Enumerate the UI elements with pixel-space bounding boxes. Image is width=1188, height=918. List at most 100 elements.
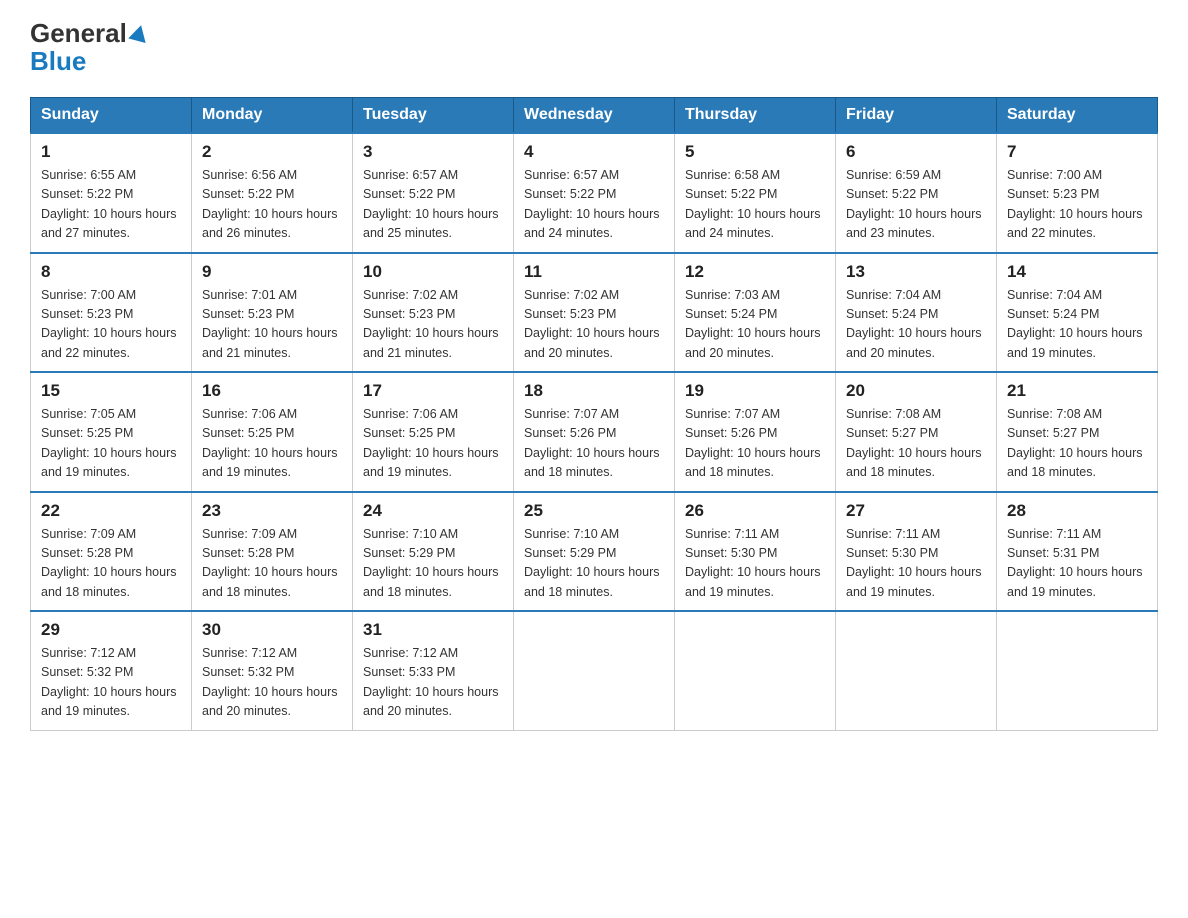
calendar-week-4: 22 Sunrise: 7:09 AMSunset: 5:28 PMDaylig… <box>31 492 1158 612</box>
calendar-cell: 4 Sunrise: 6:57 AMSunset: 5:22 PMDayligh… <box>514 133 675 253</box>
day-info: Sunrise: 7:08 AMSunset: 5:27 PMDaylight:… <box>1007 405 1147 483</box>
day-info: Sunrise: 6:58 AMSunset: 5:22 PMDaylight:… <box>685 166 825 244</box>
day-number: 12 <box>685 262 825 282</box>
day-info: Sunrise: 7:12 AMSunset: 5:32 PMDaylight:… <box>202 644 342 722</box>
day-info: Sunrise: 7:11 AMSunset: 5:30 PMDaylight:… <box>846 525 986 603</box>
col-header-tuesday: Tuesday <box>353 98 514 134</box>
calendar-cell: 30 Sunrise: 7:12 AMSunset: 5:32 PMDaylig… <box>192 611 353 730</box>
calendar-cell: 8 Sunrise: 7:00 AMSunset: 5:23 PMDayligh… <box>31 253 192 373</box>
logo: General Blue <box>30 20 148 77</box>
day-number: 14 <box>1007 262 1147 282</box>
calendar-week-2: 8 Sunrise: 7:00 AMSunset: 5:23 PMDayligh… <box>31 253 1158 373</box>
calendar-cell: 12 Sunrise: 7:03 AMSunset: 5:24 PMDaylig… <box>675 253 836 373</box>
day-number: 5 <box>685 142 825 162</box>
calendar-cell <box>514 611 675 730</box>
logo-blue-part: Blue <box>30 46 86 76</box>
day-info: Sunrise: 7:10 AMSunset: 5:29 PMDaylight:… <box>524 525 664 603</box>
calendar-cell: 26 Sunrise: 7:11 AMSunset: 5:30 PMDaylig… <box>675 492 836 612</box>
day-number: 15 <box>41 381 181 401</box>
logo-triangle-icon <box>128 23 150 43</box>
day-number: 18 <box>524 381 664 401</box>
day-number: 19 <box>685 381 825 401</box>
day-info: Sunrise: 6:57 AMSunset: 5:22 PMDaylight:… <box>524 166 664 244</box>
day-info: Sunrise: 7:04 AMSunset: 5:24 PMDaylight:… <box>1007 286 1147 364</box>
day-number: 26 <box>685 501 825 521</box>
day-number: 13 <box>846 262 986 282</box>
col-header-friday: Friday <box>836 98 997 134</box>
calendar-cell <box>836 611 997 730</box>
calendar-cell: 23 Sunrise: 7:09 AMSunset: 5:28 PMDaylig… <box>192 492 353 612</box>
day-info: Sunrise: 7:03 AMSunset: 5:24 PMDaylight:… <box>685 286 825 364</box>
calendar-cell: 25 Sunrise: 7:10 AMSunset: 5:29 PMDaylig… <box>514 492 675 612</box>
calendar-cell: 6 Sunrise: 6:59 AMSunset: 5:22 PMDayligh… <box>836 133 997 253</box>
day-info: Sunrise: 7:11 AMSunset: 5:30 PMDaylight:… <box>685 525 825 603</box>
day-info: Sunrise: 7:00 AMSunset: 5:23 PMDaylight:… <box>1007 166 1147 244</box>
calendar-cell: 21 Sunrise: 7:08 AMSunset: 5:27 PMDaylig… <box>997 372 1158 492</box>
calendar-cell: 29 Sunrise: 7:12 AMSunset: 5:32 PMDaylig… <box>31 611 192 730</box>
calendar-cell: 13 Sunrise: 7:04 AMSunset: 5:24 PMDaylig… <box>836 253 997 373</box>
calendar-week-1: 1 Sunrise: 6:55 AMSunset: 5:22 PMDayligh… <box>31 133 1158 253</box>
day-number: 21 <box>1007 381 1147 401</box>
day-number: 20 <box>846 381 986 401</box>
day-number: 29 <box>41 620 181 640</box>
calendar-cell: 10 Sunrise: 7:02 AMSunset: 5:23 PMDaylig… <box>353 253 514 373</box>
col-header-wednesday: Wednesday <box>514 98 675 134</box>
day-info: Sunrise: 6:55 AMSunset: 5:22 PMDaylight:… <box>41 166 181 244</box>
calendar-cell: 28 Sunrise: 7:11 AMSunset: 5:31 PMDaylig… <box>997 492 1158 612</box>
day-info: Sunrise: 7:07 AMSunset: 5:26 PMDaylight:… <box>524 405 664 483</box>
day-number: 6 <box>846 142 986 162</box>
day-number: 9 <box>202 262 342 282</box>
logo-general-part: General <box>30 20 127 46</box>
calendar-cell: 2 Sunrise: 6:56 AMSunset: 5:22 PMDayligh… <box>192 133 353 253</box>
calendar-table: SundayMondayTuesdayWednesdayThursdayFrid… <box>30 97 1158 731</box>
calendar-cell: 19 Sunrise: 7:07 AMSunset: 5:26 PMDaylig… <box>675 372 836 492</box>
day-number: 31 <box>363 620 503 640</box>
day-number: 8 <box>41 262 181 282</box>
calendar-cell: 5 Sunrise: 6:58 AMSunset: 5:22 PMDayligh… <box>675 133 836 253</box>
day-info: Sunrise: 7:12 AMSunset: 5:32 PMDaylight:… <box>41 644 181 722</box>
day-info: Sunrise: 6:57 AMSunset: 5:22 PMDaylight:… <box>363 166 503 244</box>
day-info: Sunrise: 7:04 AMSunset: 5:24 PMDaylight:… <box>846 286 986 364</box>
day-info: Sunrise: 7:01 AMSunset: 5:23 PMDaylight:… <box>202 286 342 364</box>
day-number: 23 <box>202 501 342 521</box>
day-number: 17 <box>363 381 503 401</box>
col-header-sunday: Sunday <box>31 98 192 134</box>
day-number: 7 <box>1007 142 1147 162</box>
calendar-cell: 31 Sunrise: 7:12 AMSunset: 5:33 PMDaylig… <box>353 611 514 730</box>
day-info: Sunrise: 7:02 AMSunset: 5:23 PMDaylight:… <box>363 286 503 364</box>
day-info: Sunrise: 7:02 AMSunset: 5:23 PMDaylight:… <box>524 286 664 364</box>
calendar-cell: 11 Sunrise: 7:02 AMSunset: 5:23 PMDaylig… <box>514 253 675 373</box>
calendar-cell: 20 Sunrise: 7:08 AMSunset: 5:27 PMDaylig… <box>836 372 997 492</box>
calendar-cell: 14 Sunrise: 7:04 AMSunset: 5:24 PMDaylig… <box>997 253 1158 373</box>
day-info: Sunrise: 6:59 AMSunset: 5:22 PMDaylight:… <box>846 166 986 244</box>
day-info: Sunrise: 7:10 AMSunset: 5:29 PMDaylight:… <box>363 525 503 603</box>
day-info: Sunrise: 6:56 AMSunset: 5:22 PMDaylight:… <box>202 166 342 244</box>
day-number: 27 <box>846 501 986 521</box>
calendar-cell: 17 Sunrise: 7:06 AMSunset: 5:25 PMDaylig… <box>353 372 514 492</box>
calendar-week-3: 15 Sunrise: 7:05 AMSunset: 5:25 PMDaylig… <box>31 372 1158 492</box>
day-info: Sunrise: 7:12 AMSunset: 5:33 PMDaylight:… <box>363 644 503 722</box>
day-info: Sunrise: 7:06 AMSunset: 5:25 PMDaylight:… <box>202 405 342 483</box>
calendar-cell: 3 Sunrise: 6:57 AMSunset: 5:22 PMDayligh… <box>353 133 514 253</box>
day-number: 2 <box>202 142 342 162</box>
calendar-cell: 16 Sunrise: 7:06 AMSunset: 5:25 PMDaylig… <box>192 372 353 492</box>
day-info: Sunrise: 7:08 AMSunset: 5:27 PMDaylight:… <box>846 405 986 483</box>
calendar-cell: 27 Sunrise: 7:11 AMSunset: 5:30 PMDaylig… <box>836 492 997 612</box>
calendar-header-row: SundayMondayTuesdayWednesdayThursdayFrid… <box>31 98 1158 134</box>
day-number: 3 <box>363 142 503 162</box>
day-info: Sunrise: 7:05 AMSunset: 5:25 PMDaylight:… <box>41 405 181 483</box>
day-info: Sunrise: 7:09 AMSunset: 5:28 PMDaylight:… <box>41 525 181 603</box>
day-number: 25 <box>524 501 664 521</box>
day-number: 10 <box>363 262 503 282</box>
calendar-cell: 22 Sunrise: 7:09 AMSunset: 5:28 PMDaylig… <box>31 492 192 612</box>
calendar-cell: 24 Sunrise: 7:10 AMSunset: 5:29 PMDaylig… <box>353 492 514 612</box>
col-header-thursday: Thursday <box>675 98 836 134</box>
col-header-saturday: Saturday <box>997 98 1158 134</box>
calendar-cell: 9 Sunrise: 7:01 AMSunset: 5:23 PMDayligh… <box>192 253 353 373</box>
day-info: Sunrise: 7:09 AMSunset: 5:28 PMDaylight:… <box>202 525 342 603</box>
calendar-cell <box>675 611 836 730</box>
day-number: 28 <box>1007 501 1147 521</box>
calendar-cell <box>997 611 1158 730</box>
calendar-cell: 1 Sunrise: 6:55 AMSunset: 5:22 PMDayligh… <box>31 133 192 253</box>
day-number: 30 <box>202 620 342 640</box>
